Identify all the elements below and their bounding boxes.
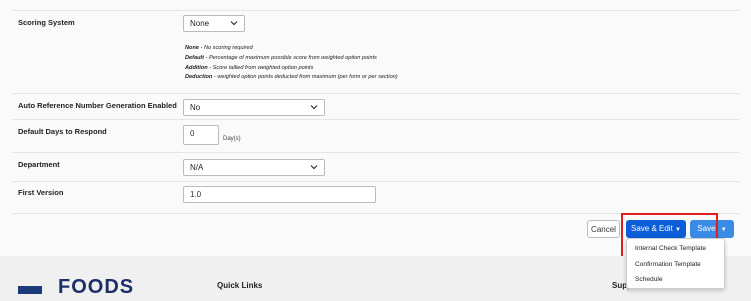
menu-item-confirmation-template[interactable]: Confirmation Template bbox=[635, 261, 701, 268]
department-select[interactable]: N/A bbox=[183, 159, 325, 176]
menu-item-internal-check-template[interactable]: Internal Check Template bbox=[635, 245, 706, 252]
divider bbox=[12, 10, 739, 11]
divider bbox=[12, 152, 739, 153]
cancel-button[interactable]: Cancel bbox=[587, 220, 620, 238]
form-panel: Scoring System None None - No scoring re… bbox=[0, 0, 751, 258]
auto-ref-label: Auto Reference Number Generation Enabled bbox=[18, 101, 177, 110]
help-line: Deduction - weighted option points deduc… bbox=[185, 74, 398, 81]
help-line: None - No scoring required bbox=[185, 45, 253, 51]
divider bbox=[12, 93, 739, 94]
auto-ref-select[interactable]: No bbox=[183, 99, 325, 116]
days-unit: Day(s) bbox=[223, 136, 241, 142]
scoring-system-select[interactable]: None bbox=[183, 15, 245, 32]
department-label: Department bbox=[18, 160, 60, 169]
caret-down-icon: ▼ bbox=[720, 227, 727, 233]
auto-ref-value: No bbox=[190, 103, 201, 112]
default-days-input[interactable]: 0 bbox=[183, 125, 219, 145]
department-value: N/A bbox=[190, 163, 204, 172]
help-line: Addition - Score tallied from weighted o… bbox=[185, 64, 314, 71]
chevron-down-icon bbox=[310, 103, 318, 111]
scoring-system-value: None bbox=[190, 19, 210, 28]
first-version-label: First Version bbox=[18, 188, 64, 197]
default-days-label: Default Days to Respond bbox=[18, 127, 107, 136]
help-line: Default - Percentage of maximum possible… bbox=[185, 54, 377, 61]
scoring-help-text: None - No scoring required Default - Per… bbox=[185, 44, 398, 83]
logo-mark bbox=[18, 286, 42, 294]
quick-links-heading: Quick Links bbox=[217, 281, 263, 290]
first-version-input[interactable]: 1.0 bbox=[183, 186, 376, 203]
divider bbox=[12, 181, 739, 182]
scoring-system-label: Scoring System bbox=[18, 18, 75, 27]
menu-item-schedule[interactable]: Schedule bbox=[635, 276, 663, 283]
chevron-down-icon bbox=[230, 19, 238, 27]
footer-logo: FOODS bbox=[58, 276, 135, 298]
save-options-menu: Internal Check Template Confirmation Tem… bbox=[626, 238, 725, 289]
divider bbox=[12, 119, 739, 120]
chevron-down-icon bbox=[310, 163, 318, 171]
